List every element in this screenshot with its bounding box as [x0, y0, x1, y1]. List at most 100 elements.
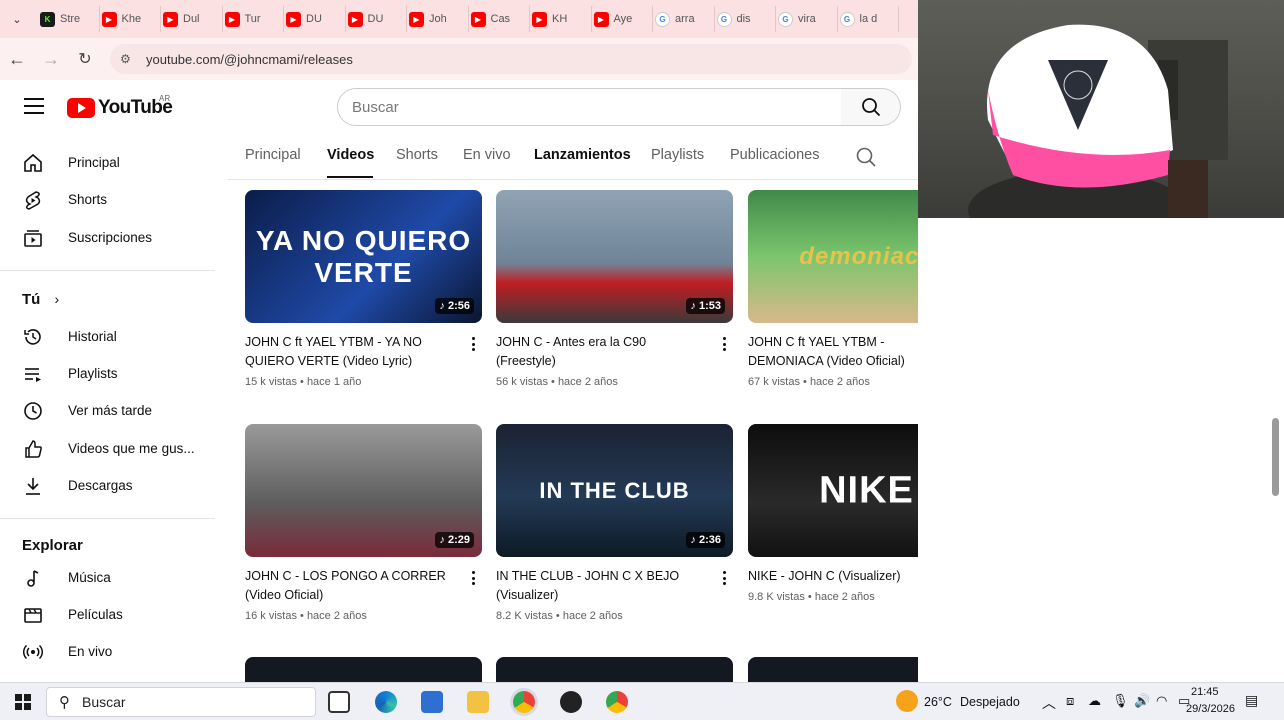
sidebar-item-playlists[interactable]: Playlists: [0, 355, 215, 392]
chrome-icon[interactable]: [513, 691, 535, 713]
live-icon: [0, 641, 68, 663]
browser-tab[interactable]: ▶ Cas: [469, 6, 530, 32]
video-title[interactable]: JOHN C - LOS PONGO A CORRER (Video Ofici…: [245, 567, 457, 605]
video-title[interactable]: JOHN C ft YAEL YTBM - DEMONIACA (Video O…: [748, 333, 918, 371]
video-thumbnail[interactable]: YA NO QUIERO VERTE ♪ 2:56: [245, 190, 482, 323]
tab-publicaciones[interactable]: Publicaciones: [730, 147, 819, 163]
menu-icon[interactable]: [24, 98, 44, 119]
sidebar-item-peliculas[interactable]: Películas: [0, 596, 215, 633]
page-scrollbar[interactable]: [1272, 418, 1279, 496]
browser-tab[interactable]: ▶ Khe: [100, 6, 161, 32]
notifications-icon[interactable]: ▤: [1245, 692, 1258, 709]
outlook-icon[interactable]: [421, 691, 443, 713]
video-title[interactable]: NIKE - JOHN C (Visualizer): [748, 567, 918, 586]
video-card[interactable]: demoniaca♪ 2:36 JOHN C ft YAEL YTBM - DEM…: [748, 190, 918, 388]
clock-date[interactable]: 29/3/2026: [1186, 703, 1235, 715]
thumbnail-text: YA NO QUIERO VERTE: [255, 224, 472, 288]
search-input[interactable]: Buscar: [337, 88, 842, 126]
video-thumbnail[interactable]: demoniaca♪ 2:36: [748, 190, 918, 323]
chevron-up-icon[interactable]: ︿: [1042, 693, 1056, 713]
url-text: youtube.com/@johncmami/releases: [146, 51, 353, 67]
site-settings-icon[interactable]: ⚙: [120, 52, 136, 66]
video-thumbnail[interactable]: ♪ 1:53: [496, 190, 733, 323]
weather-sun-icon[interactable]: [896, 690, 918, 712]
video-thumbnail[interactable]: NIKE♪ 3:00: [748, 424, 918, 557]
browser-tab[interactable]: Gdis: [715, 6, 776, 32]
sidebar-item-en-vivo[interactable]: En vivo: [0, 633, 215, 670]
volume-icon[interactable]: 🔊: [1134, 693, 1150, 709]
more-options-icon[interactable]: [468, 569, 478, 587]
taskbar-search-input[interactable]: ⚲ Buscar: [46, 687, 316, 717]
browser-tab[interactable]: Garra: [653, 6, 715, 32]
more-options-icon[interactable]: [719, 335, 729, 353]
windows-start-icon[interactable]: [15, 694, 31, 710]
webcam-overlay: [918, 0, 1284, 218]
video-title[interactable]: IN THE CLUB - JOHN C X BEJO (Visualizer): [496, 567, 708, 605]
sidebar-item-ver-mas-tarde[interactable]: Ver más tarde: [0, 392, 215, 429]
chrome-profile-icon[interactable]: [606, 691, 628, 713]
channel-search-icon[interactable]: [855, 146, 877, 168]
tab-search-chevron-icon[interactable]: ⌄: [6, 8, 28, 30]
search-button[interactable]: [841, 88, 901, 126]
edge-browser-icon[interactable]: [375, 691, 397, 713]
video-card[interactable]: ♪ 1:53 JOHN C - Antes era la C90 (Freesty…: [496, 190, 733, 388]
weather-temp[interactable]: 26°C: [924, 695, 952, 709]
video-thumbnail[interactable]: ♪ 2:29: [245, 424, 482, 557]
obs-studio-icon[interactable]: [560, 691, 582, 713]
sidebar-item-principal[interactable]: Principal: [0, 144, 215, 181]
video-card[interactable]: YA NO QUIERO VERTE ♪ 2:56 JOHN C ft YAEL Y…: [245, 190, 482, 388]
video-card[interactable]: NIKE♪ 3:00 NIKE - JOHN C (Visualizer) 9.8 …: [748, 424, 918, 603]
active-tab-indicator: [327, 176, 373, 178]
forward-icon[interactable]: →: [34, 49, 68, 70]
file-explorer-icon[interactable]: [467, 691, 489, 713]
video-duration: ♪ 1:53: [686, 298, 725, 314]
video-thumbnail[interactable]: [245, 657, 482, 682]
browser-tab[interactable]: ▶ Joh: [407, 6, 469, 32]
tab-principal[interactable]: Principal: [245, 147, 301, 163]
video-title[interactable]: JOHN C - Antes era la C90 (Freestyle): [496, 333, 708, 371]
sidebar-label: Videos que me gus...: [68, 441, 195, 456]
browser-tab[interactable]: ▶ DU: [284, 6, 346, 32]
tab-videos[interactable]: Videos: [327, 147, 374, 163]
tab-lanzamientos[interactable]: Lanzamientos: [534, 147, 631, 163]
browser-tab[interactable]: Gvira: [776, 6, 838, 32]
microphone-icon[interactable]: 🎙: [1112, 693, 1129, 709]
youtube-logo[interactable]: YouTube: [67, 97, 173, 119]
video-thumbnail[interactable]: IN THE CLUB ♪ 2:36: [496, 424, 733, 557]
browser-tab[interactable]: ▶ KH: [530, 6, 592, 32]
video-title[interactable]: JOHN C ft YAEL YTBM - YA NO QUIERO VERTE…: [245, 333, 457, 371]
browser-tab[interactable]: ▶ Dul: [161, 6, 223, 32]
video-thumbnail[interactable]: [496, 657, 733, 682]
tab-en-vivo[interactable]: En vivo: [463, 147, 511, 163]
cloud-icon[interactable]: ☁: [1088, 693, 1101, 709]
sidebar-heading-tu[interactable]: Tú ›: [22, 291, 59, 308]
browser-tab[interactable]: Gla d: [838, 6, 899, 32]
browser-tab[interactable]: ▶ Tur: [223, 6, 284, 32]
browser-tab[interactable]: ▶ Aye: [592, 6, 653, 32]
video-thumbnail[interactable]: [748, 657, 918, 682]
browser-tab[interactable]: ▶ DU: [346, 6, 407, 32]
sidebar-item-suscripciones[interactable]: Suscripciones: [0, 219, 215, 256]
back-icon[interactable]: ←: [0, 49, 34, 70]
sidebar-item-musica[interactable]: Música: [0, 559, 215, 596]
sidebar-item-historial[interactable]: Historial: [0, 318, 215, 355]
video-card[interactable]: ♪ 2:29 JOHN C - LOS PONGO A CORRER (Video…: [245, 424, 482, 622]
tab-playlists[interactable]: Playlists: [651, 147, 704, 163]
sidebar-item-descargas[interactable]: Descargas: [0, 467, 215, 504]
weather-desc[interactable]: Despejado: [960, 695, 1020, 709]
sidebar-label: En vivo: [68, 644, 113, 659]
reload-icon[interactable]: ↻: [68, 49, 102, 69]
wifi-icon[interactable]: ◠: [1156, 693, 1167, 709]
address-bar[interactable]: ⚙ youtube.com/@johncmami/releases: [110, 44, 912, 74]
video-card[interactable]: IN THE CLUB ♪ 2:36 IN THE CLUB - JOHN C X …: [496, 424, 733, 622]
sidebar-item-liked-videos[interactable]: Videos que me gus...: [0, 430, 215, 467]
sidebar-item-shorts[interactable]: Shorts: [0, 181, 215, 218]
more-options-icon[interactable]: [468, 335, 478, 353]
tray-app-icon[interactable]: ⧈: [1066, 693, 1074, 709]
browser-tab[interactable]: K Stre: [38, 6, 100, 32]
tab-shorts[interactable]: Shorts: [396, 147, 438, 163]
thumbnail-text: NIKE: [819, 469, 914, 511]
clock-time[interactable]: 21:45: [1191, 686, 1219, 698]
task-view-icon[interactable]: [328, 691, 350, 713]
more-options-icon[interactable]: [719, 569, 729, 587]
